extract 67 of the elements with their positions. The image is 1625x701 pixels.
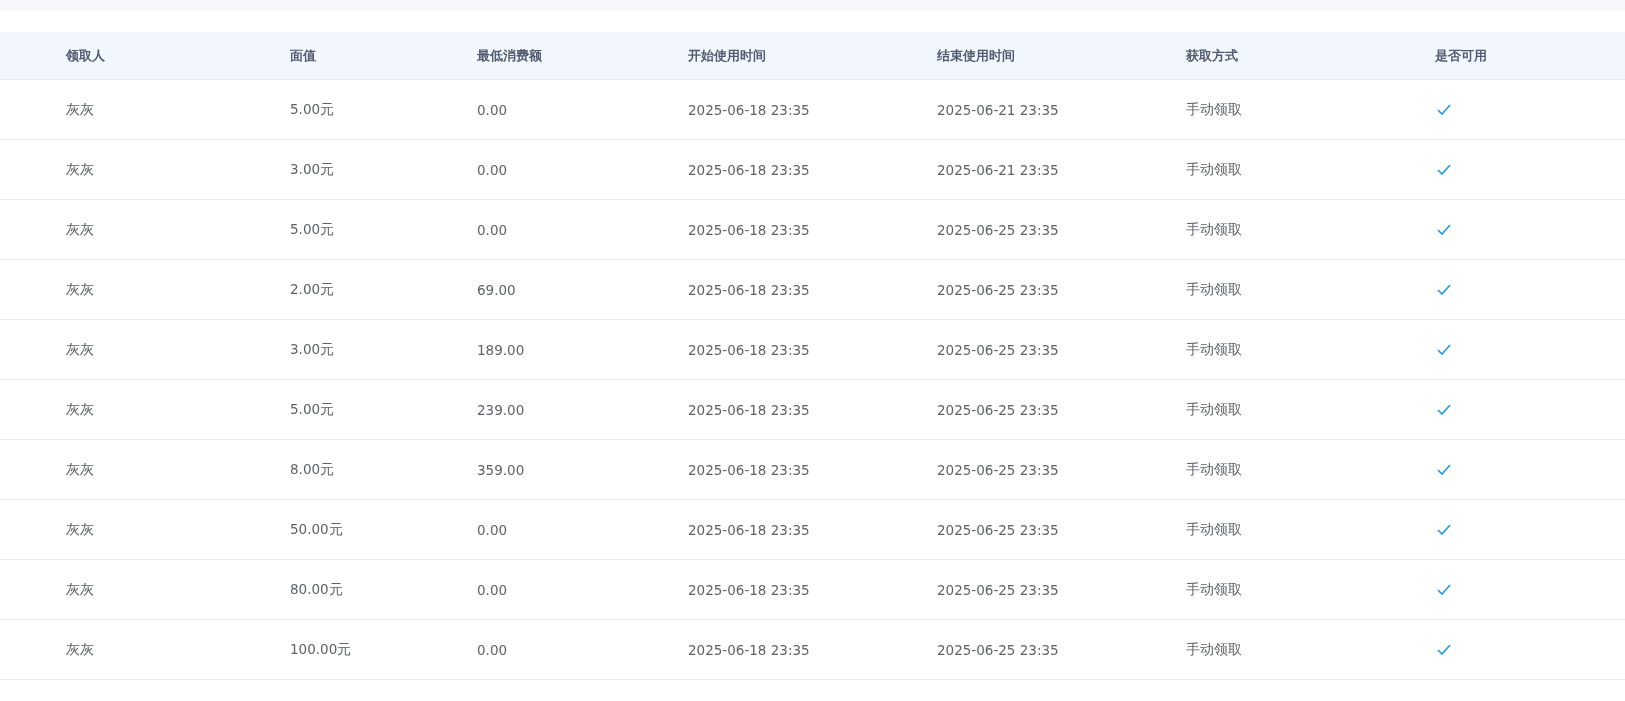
table-cell: 灰灰 [66,640,94,657]
column-header: 结束使用时间 [937,47,1015,63]
table-cell: 2025-06-21 23:35 [937,101,1059,118]
table-cell: 2025-06-25 23:35 [937,221,1059,238]
table-cell: 手动领取 [1186,400,1242,417]
table-cell: 2025-06-18 23:35 [688,581,810,598]
table-cell: 239.00 [477,401,525,418]
table-cell: 0.00 [477,581,508,598]
table-cell: 灰灰 [66,460,94,477]
table-cell: 2025-06-18 23:35 [688,341,810,358]
table-cell: 2025-06-25 23:35 [937,641,1059,658]
table-cell: 2025-06-21 23:35 [937,161,1059,178]
table-cell: 2025-06-25 23:35 [937,521,1059,538]
table-cell: 5.00元 [290,400,335,417]
table-cell: 2.00元 [290,280,335,297]
table-cell: 手动领取 [1186,340,1242,357]
table-cell: 2025-06-18 23:35 [688,281,810,298]
column-header: 最低消费额 [477,47,542,63]
table-cell: 3.00元 [290,340,335,357]
table-cell: 80.00元 [290,580,343,597]
table-cell: 0.00 [477,101,508,118]
table-cell: 2025-06-18 23:35 [688,161,810,178]
column-header: 领取人 [66,47,105,63]
table-cell: 2025-06-18 23:35 [688,221,810,238]
table-cell: 100.00元 [290,640,352,657]
table-cell: 189.00 [477,341,525,358]
table-cell: 69.00 [477,281,516,298]
table-cell: 0.00 [477,641,508,658]
table-cell: 359.00 [477,461,525,478]
table-cell: 手动领取 [1186,460,1242,477]
table-cell: 5.00元 [290,100,335,117]
table-cell: 0.00 [477,161,508,178]
table-cell: 手动领取 [1186,520,1242,537]
table-cell: 灰灰 [66,280,94,297]
column-header: 是否可用 [1435,47,1487,63]
table-cell: 灰灰 [66,520,94,537]
table-cell: 3.00元 [290,160,335,177]
table-cell: 2025-06-25 23:35 [937,581,1059,598]
table-cell: 灰灰 [66,160,94,177]
table-cell: 手动领取 [1186,100,1242,117]
table-cell: 手动领取 [1186,640,1242,657]
table-cell: 灰灰 [66,100,94,117]
table-cell: 2025-06-25 23:35 [937,281,1059,298]
table-cell: 2025-06-18 23:35 [688,461,810,478]
table-cell: 50.00元 [290,520,343,537]
table-cell: 灰灰 [66,580,94,597]
table-cell: 0.00 [477,221,508,238]
table-cell: 灰灰 [66,220,94,237]
table-cell: 2025-06-18 23:35 [688,521,810,538]
column-header: 开始使用时间 [688,47,766,63]
table-cell: 2025-06-18 23:35 [688,101,810,118]
table-cell: 手动领取 [1186,160,1242,177]
table-cell: 手动领取 [1186,580,1242,597]
table-cell: 手动领取 [1186,280,1242,297]
table-cell: 2025-06-18 23:35 [688,641,810,658]
table-cell: 0.00 [477,521,508,538]
table-cell: 5.00元 [290,220,335,237]
table-cell: 8.00元 [290,460,335,477]
table-cell: 灰灰 [66,400,94,417]
table-cell: 2025-06-25 23:35 [937,401,1059,418]
table-cell: 手动领取 [1186,220,1242,237]
column-header: 获取方式 [1186,47,1238,63]
table-cell: 2025-06-25 23:35 [937,461,1059,478]
column-header: 面值 [290,47,316,63]
table-cell: 2025-06-25 23:35 [937,341,1059,358]
table-cell: 2025-06-18 23:35 [688,401,810,418]
table-cell: 灰灰 [66,340,94,357]
